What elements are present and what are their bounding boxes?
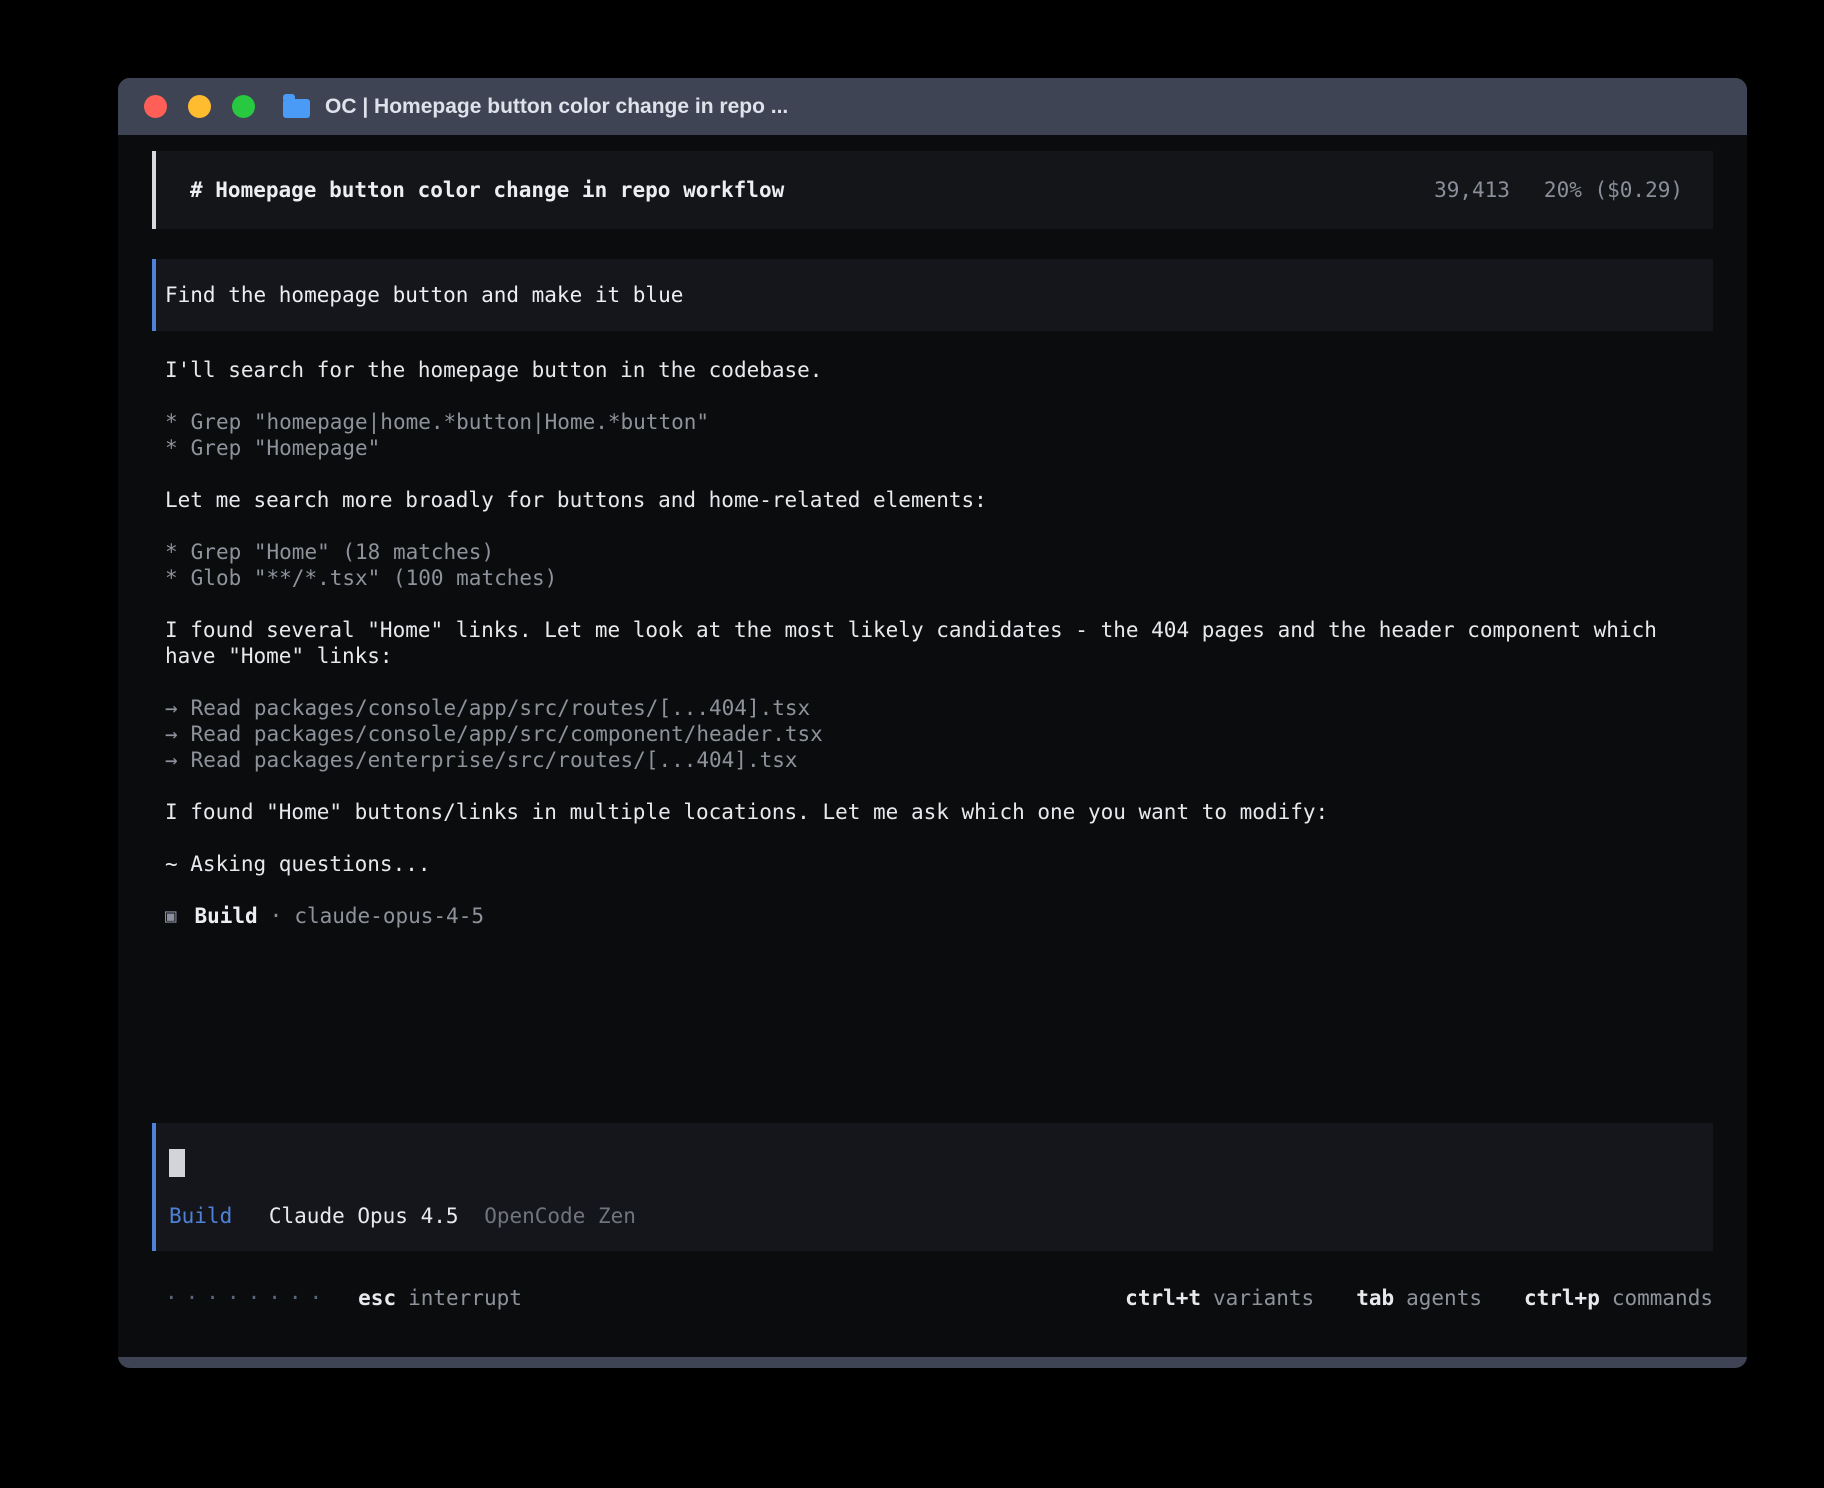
tool-call-group: * Grep "Home" (18 matches) * Glob "**/*.ts… [165,539,1713,591]
input-model-label: Claude Opus 4.5 [269,1204,459,1228]
shortcut-commands: ctrl+p commands [1524,1285,1713,1311]
prompt-input[interactable]: Build Claude Opus 4.5 OpenCode Zen [152,1123,1713,1251]
tool-call-group: * Grep "homepage|home.*button|Home.*butto… [165,409,1713,461]
shortcut-key: ctrl+p [1524,1285,1600,1311]
tool-call-line: * Grep "Homepage" [165,435,1713,461]
spinner-icon: ········ [165,1285,330,1311]
tool-call-line: * Glob "**/*.tsx" (100 matches) [165,565,1713,591]
tool-call-line: * Grep "Home" (18 matches) [165,539,1713,565]
shortcut-variants: ctrl+t variants [1125,1285,1314,1311]
input-provider-label: OpenCode Zen [484,1204,636,1228]
agent-separator: · [270,903,283,929]
assistant-text: Let me search more broadly for buttons a… [165,487,1713,513]
grep-tool-icon: * [165,435,178,461]
status-bar-right: ctrl+t variants tab agents ctrl+p comman… [1125,1285,1713,1311]
file-read-label: Read packages/console/app/src/component/… [191,722,823,746]
user-message: Find the homepage button and make it blu… [152,259,1713,331]
shortcut-label: agents [1406,1285,1482,1311]
folder-icon [283,99,310,118]
model-status-line: Build Claude Opus 4.5 OpenCode Zen [169,1203,1693,1229]
shortcut-label: variants [1213,1285,1314,1311]
text-cursor [169,1149,185,1177]
input-agent-label: Build [169,1204,232,1228]
agent-model: claude-opus-4-5 [294,903,484,929]
tool-call-label: Grep "Home" (18 matches) [191,540,494,564]
read-arrow-icon: → [165,747,178,773]
assistant-text: I found several "Home" links. Let me loo… [165,617,1713,669]
window-controls [118,95,255,118]
tool-call-label: Grep "Homepage" [191,436,381,460]
read-arrow-icon: → [165,695,178,721]
assistant-text: I found "Home" buttons/links in multiple… [165,799,1713,825]
agent-status-line: ▣ Build · claude-opus-4-5 [165,903,1713,929]
grep-tool-icon: * [165,409,178,435]
file-read-label: Read packages/enterprise/src/routes/[...… [191,748,798,772]
file-read-line: → Read packages/console/app/src/component… [165,721,1713,747]
window-title-group: OC | Homepage button color change in rep… [283,78,788,135]
agent-name: Build [194,903,257,929]
file-read-group: → Read packages/console/app/src/routes/[.… [165,695,1713,773]
asking-status-text: ~ Asking questions... [165,851,1713,877]
file-read-label: Read packages/console/app/src/routes/[..… [191,696,811,720]
user-message-text: Find the homepage button and make it blu… [165,283,683,307]
esc-key-hint: esc [358,1285,396,1311]
tool-call-label: Glob "**/*.tsx" (100 matches) [191,566,558,590]
status-bar-left: ········ esc interrupt [165,1285,522,1311]
file-read-line: → Read packages/enterprise/src/routes/[..… [165,747,1713,773]
agent-square-icon: ▣ [165,903,176,929]
shortcut-key: ctrl+t [1125,1285,1201,1311]
read-arrow-icon: → [165,721,178,747]
window-title: OC | Homepage button color change in rep… [325,95,788,119]
shortcut-agents: tab agents [1356,1285,1482,1311]
glob-tool-icon: * [165,565,178,591]
shortcut-label: commands [1612,1285,1713,1311]
close-button[interactable] [144,95,167,118]
tool-call-line: * Grep "homepage|home.*button|Home.*butto… [165,409,1713,435]
esc-key-label: interrupt [408,1285,522,1311]
minimize-button[interactable] [188,95,211,118]
grep-tool-icon: * [165,539,178,565]
shortcut-key: tab [1356,1285,1394,1311]
session-title: # Homepage button color change in repo w… [190,177,784,203]
terminal-content[interactable]: # Homepage button color change in repo w… [118,135,1747,1357]
terminal-window: OC | Homepage button color change in rep… [118,78,1747,1368]
assistant-text: I'll search for the homepage button in t… [165,357,1713,383]
file-read-line: → Read packages/console/app/src/routes/[.… [165,695,1713,721]
token-count: 39,413 [1434,177,1510,203]
context-usage: 20% ($0.29) [1544,177,1683,203]
window-titlebar[interactable]: OC | Homepage button color change in rep… [118,78,1747,135]
session-meta: 39,413 20% ($0.29) [1434,177,1683,203]
zoom-button[interactable] [232,95,255,118]
tool-call-label: Grep "homepage|home.*button|Home.*button… [191,410,709,434]
session-header: # Homepage button color change in repo w… [152,151,1713,229]
status-bar: ········ esc interrupt ctrl+t variants t… [152,1285,1713,1311]
